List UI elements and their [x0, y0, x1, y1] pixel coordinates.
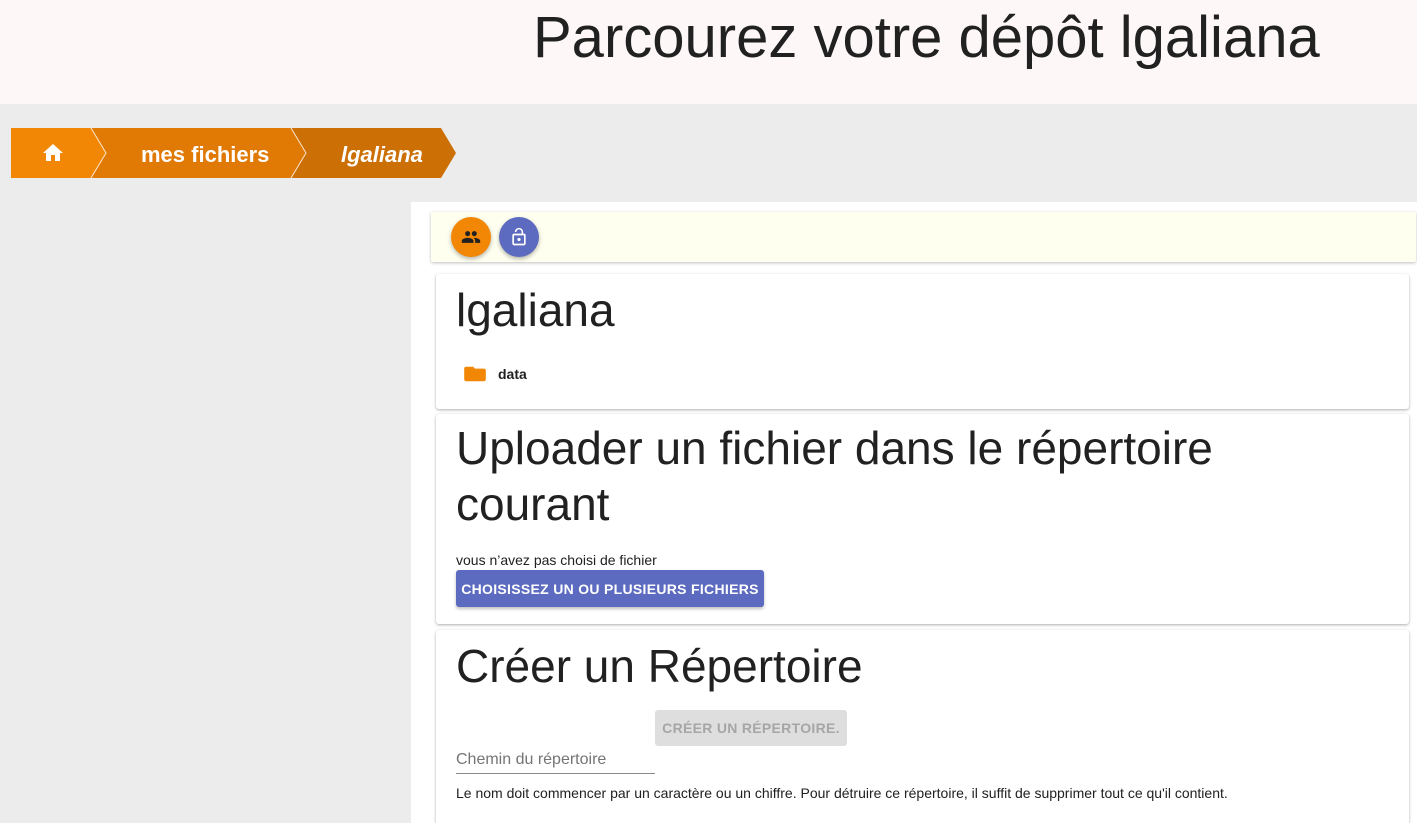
directory-path-input[interactable]: [456, 746, 655, 774]
folder-name[interactable]: data: [498, 366, 527, 382]
breadcrumb: mes fichiers lgaliana: [11, 128, 471, 178]
create-directory-title: Créer un Répertoire: [456, 640, 863, 692]
page-title: Parcourez votre dépôt lgaliana: [533, 5, 1320, 70]
breadcrumb-item-mes-fichiers[interactable]: mes fichiers: [141, 142, 269, 168]
main-panel: lgaliana data Uploader un fichier dans l…: [411, 202, 1417, 823]
header-bar: Parcourez votre dépôt lgaliana: [0, 0, 1417, 104]
action-toolbar: [431, 212, 1416, 262]
lock-open-icon: [512, 227, 526, 246]
home-icon[interactable]: [41, 141, 65, 165]
directory-help-text: Le nom doit commencer par un caractère o…: [456, 785, 1228, 801]
create-directory-card: Créer un Répertoire CRÉER UN RÉPERTOIRE.…: [436, 630, 1409, 823]
breadcrumb-item-current[interactable]: lgaliana: [341, 142, 423, 168]
folder-icon: [464, 366, 486, 382]
choose-files-button[interactable]: CHOISISSEZ UN OU PLUSIEURS FICHIERS: [456, 570, 764, 607]
create-directory-button[interactable]: CRÉER UN RÉPERTOIRE.: [655, 710, 847, 746]
people-icon: [461, 231, 481, 243]
share-button[interactable]: [451, 217, 491, 257]
repo-card: lgaliana data: [436, 274, 1409, 409]
folder-item-data[interactable]: data: [464, 362, 527, 386]
upload-title: Uploader un fichier dans le répertoire c…: [456, 422, 1213, 530]
lock-button[interactable]: [499, 217, 539, 257]
upload-status-text: vous n’avez pas choisi de fichier: [456, 552, 657, 568]
repo-title: lgaliana: [456, 284, 615, 336]
upload-card: Uploader un fichier dans le répertoire c…: [436, 414, 1409, 624]
